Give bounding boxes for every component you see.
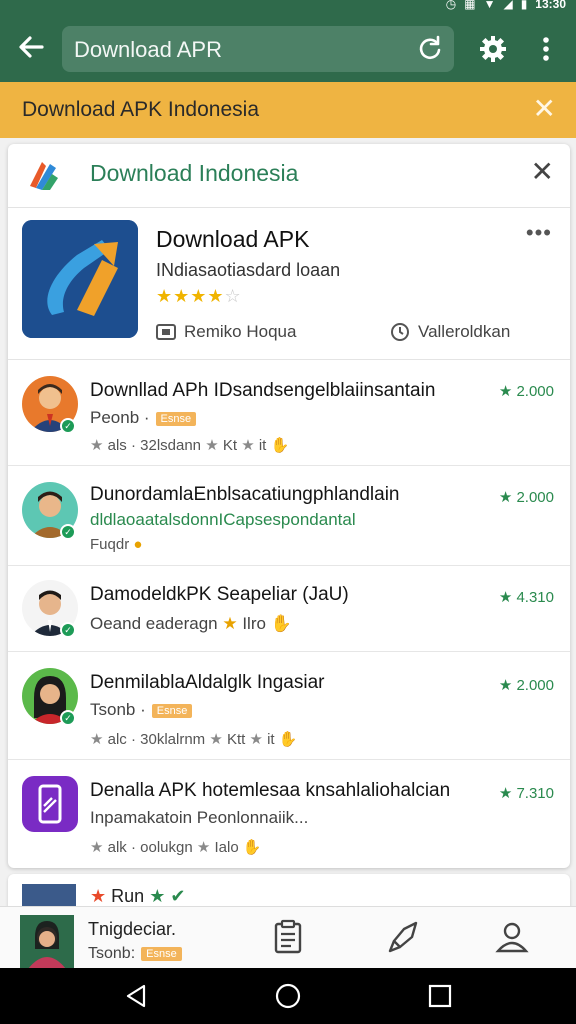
item-title: DamodeldkPK Seapeliar (JaU)	[90, 584, 349, 605]
back-button[interactable]	[16, 32, 48, 64]
bottom-navigation: Tnigdeciar. Tsonb: Esnse	[0, 906, 576, 969]
verified-check-icon: ✓	[60, 622, 76, 638]
app-bar: Download APR	[0, 14, 576, 82]
popup-title: Download Indonesia	[90, 160, 299, 186]
mini-player-thumbnail[interactable]	[20, 915, 74, 969]
list-item[interactable]: ✓ DunordamlaEnblsacatiungphlandlain dldl…	[8, 466, 570, 566]
item-tag: Esnse	[155, 411, 197, 426]
popup-close-icon[interactable]: ✕	[531, 156, 554, 188]
list-item[interactable]: ✓ DamodeldkPK Seapeliar (JaU) Oeand eade…	[8, 566, 570, 652]
more-vert-icon[interactable]	[534, 34, 558, 64]
item-rating: ★ 2.000	[498, 489, 554, 506]
clock-icon	[391, 323, 409, 341]
list-item[interactable]: ✓ DenmilablaAldalglk Ingasiar Tsonb · Esn…	[8, 652, 570, 760]
item-subtitle: dldlaoaatalsdonnICapsespondantal	[90, 510, 356, 529]
version-text: Valleroldkan	[418, 322, 511, 341]
rocket-icon[interactable]	[386, 919, 422, 955]
avatar	[22, 776, 78, 832]
refresh-icon[interactable]	[416, 34, 444, 62]
verified-check-icon: ✓	[60, 418, 76, 434]
rating-stars: ★★★★☆	[156, 286, 242, 306]
mini-player-subtitle: Tsonb: Esnse	[88, 945, 182, 963]
item-tag: Esnse	[151, 703, 193, 718]
more-horiz-icon[interactable]: •••	[526, 220, 552, 246]
alarm-icon: ◷	[445, 0, 457, 11]
verified-check-icon: ✓	[60, 710, 76, 726]
wifi-icon: ▼	[483, 0, 496, 11]
item-rating: ★ 2.000	[498, 383, 554, 400]
item-meta: ★ als · 32lsdann ★ Kt ★ it ✋	[90, 437, 290, 454]
status-bar: ◷ ▦ ▼ ◢ ▮ 13:30	[0, 0, 576, 14]
developer-icon	[156, 324, 176, 340]
mini-player-tag: Esnse	[141, 946, 182, 961]
featured-app-name: Download APK	[156, 226, 310, 252]
home-circle-icon[interactable]	[274, 982, 302, 1010]
featured-app[interactable]: Download APK INdiasaotiasdard loaan ★★★★…	[8, 208, 570, 360]
system-navigation-bar	[0, 968, 576, 1024]
partial-card-text: ★ Run ★ ✔	[90, 886, 186, 906]
item-meta: ★ alc · 30klalrnm ★ Ktt ★ it ✋	[90, 731, 298, 748]
developer-name: Remiko Hoqua	[184, 322, 297, 341]
version-info: Valleroldkan	[390, 322, 510, 342]
popup-header: Download Indonesia ✕	[8, 144, 570, 208]
item-rating: ★ 4.310	[498, 589, 554, 606]
signal-icon: ◢	[503, 0, 513, 11]
list-item[interactable]: Denalla APK hotemlesaa knsahlaliohalcian…	[8, 760, 570, 868]
battery-icon: ▮	[520, 0, 528, 11]
item-subtitle: Tsonb · Esnse	[90, 700, 193, 720]
settings-gear-icon[interactable]	[478, 34, 508, 64]
developer-info: Remiko Hoqua	[156, 322, 296, 342]
item-title: Denalla APK hotemlesaa knsahlaliohalcian	[90, 780, 451, 801]
featured-app-icon	[22, 220, 138, 338]
back-triangle-icon[interactable]	[122, 982, 150, 1010]
item-meta: Fuqdr ●	[90, 536, 143, 553]
vibrate-icon: ▦	[464, 0, 476, 11]
arrow-left-icon	[19, 36, 44, 58]
item-subtitle: Peonb · Esnse	[90, 408, 197, 428]
app-logo-icon	[30, 162, 58, 190]
promo-banner: Download APK Indonesia ✕	[0, 82, 576, 138]
recents-square-icon[interactable]	[426, 982, 454, 1010]
search-query[interactable]: Download APR	[74, 37, 222, 63]
profile-person-icon[interactable]	[494, 919, 530, 955]
item-meta: ★ alk · oolukgn ★ Ialo ✋	[90, 839, 262, 856]
clipboard-list-icon[interactable]	[270, 919, 306, 955]
item-rating: ★ 7.310	[498, 785, 554, 802]
banner-close-icon[interactable]: ✕	[533, 94, 556, 124]
status-time: 13:30	[535, 0, 566, 11]
item-rating: ★ 2.000	[498, 677, 554, 694]
mini-player-title: Tnigdeciar.	[88, 919, 177, 939]
verified-check-icon: ✓	[60, 524, 76, 540]
search-field[interactable]: Download APR	[62, 26, 454, 72]
banner-text: Download APK Indonesia	[22, 98, 259, 121]
download-popup: Download Indonesia ✕ Download APK INdias…	[8, 144, 570, 868]
list-item[interactable]: ✓ Downllad APh IDsandsengelblaiinsantain…	[8, 360, 570, 466]
item-title: DenmilablaAldalglk Ingasiar	[90, 672, 325, 693]
item-title: DunordamlaEnblsacatiungphlandlain	[90, 484, 400, 505]
item-subtitle: Inpamakatoin Peonlonnaiik...	[90, 808, 309, 827]
featured-app-subtitle: INdiasaotiasdard loaan	[156, 260, 341, 280]
item-subtitle: Oeand eaderagn ★ Ilro ✋	[90, 614, 292, 633]
item-title: Downllad APh IDsandsengelblaiinsantain	[90, 380, 436, 401]
